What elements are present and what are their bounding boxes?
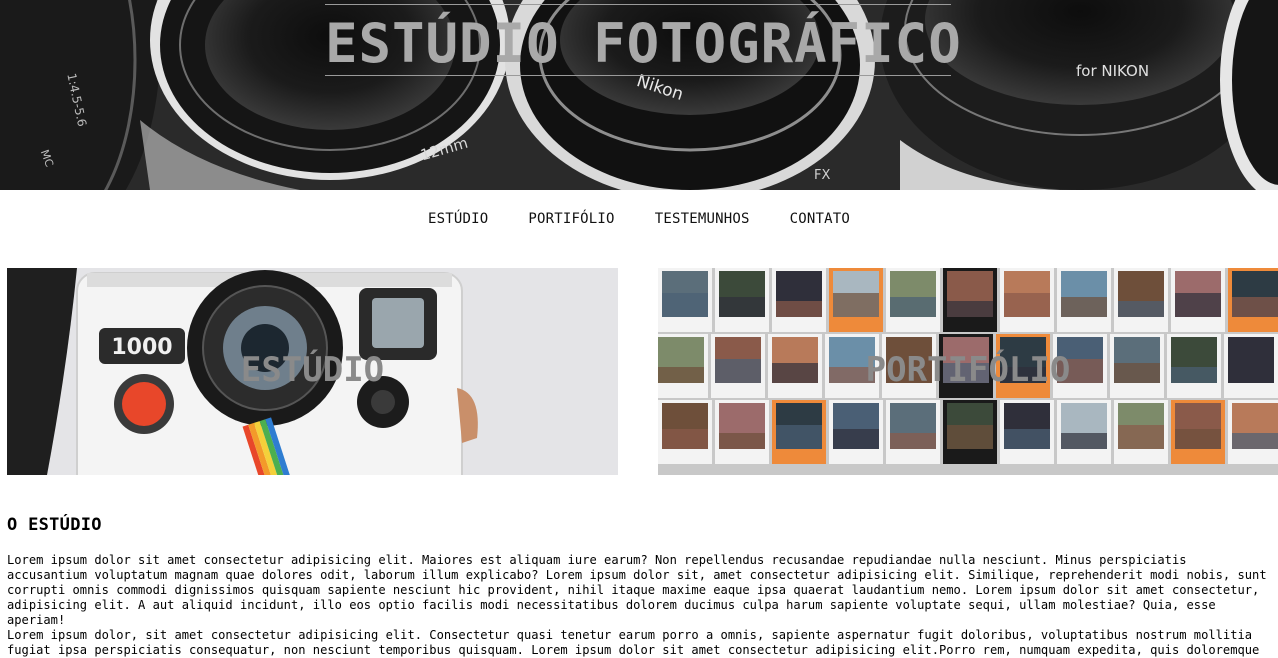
paragraph: Lorem ipsum dolor, sit amet consectetur … (7, 628, 1260, 657)
paragraph: Lorem ipsum dolor sit amet consectetur a… (7, 553, 1267, 627)
section-title: O ESTÚDIO (7, 515, 102, 535)
portfolio-card[interactable]: PORTIFÓLIO (658, 268, 1278, 475)
hero-banner: Nikon 12mm for NIKON FX 1:4.5-5.6 MC EST… (0, 0, 1278, 190)
lens-text-fx: FX (814, 168, 831, 183)
nav-link-estudio[interactable]: ESTÚDIO (428, 211, 488, 227)
site-title: ESTÚDIO FOTOGRÁFICO (325, 12, 962, 75)
section-body: Lorem ipsum dolor sit amet consectetur a… (7, 553, 1269, 658)
lens-text-mount: for NIKON (1076, 62, 1150, 80)
studio-card[interactable]: 1000 ESTÚDIO (7, 268, 618, 475)
studio-card-label: ESTÚDIO (240, 350, 385, 390)
nav-link-contato[interactable]: CONTATO (790, 211, 850, 227)
main-nav: ESTÚDIO PORTIFÓLIO TESTEMUNHOS CONTATO (0, 190, 1278, 248)
nav-link-portifolio[interactable]: PORTIFÓLIO (528, 211, 614, 227)
portfolio-card-label: PORTIFÓLIO (865, 350, 1071, 390)
nav-link-testemunhos[interactable]: TESTEMUNHOS (655, 211, 750, 227)
hero-title-frame: ESTÚDIO FOTOGRÁFICO (325, 4, 962, 76)
